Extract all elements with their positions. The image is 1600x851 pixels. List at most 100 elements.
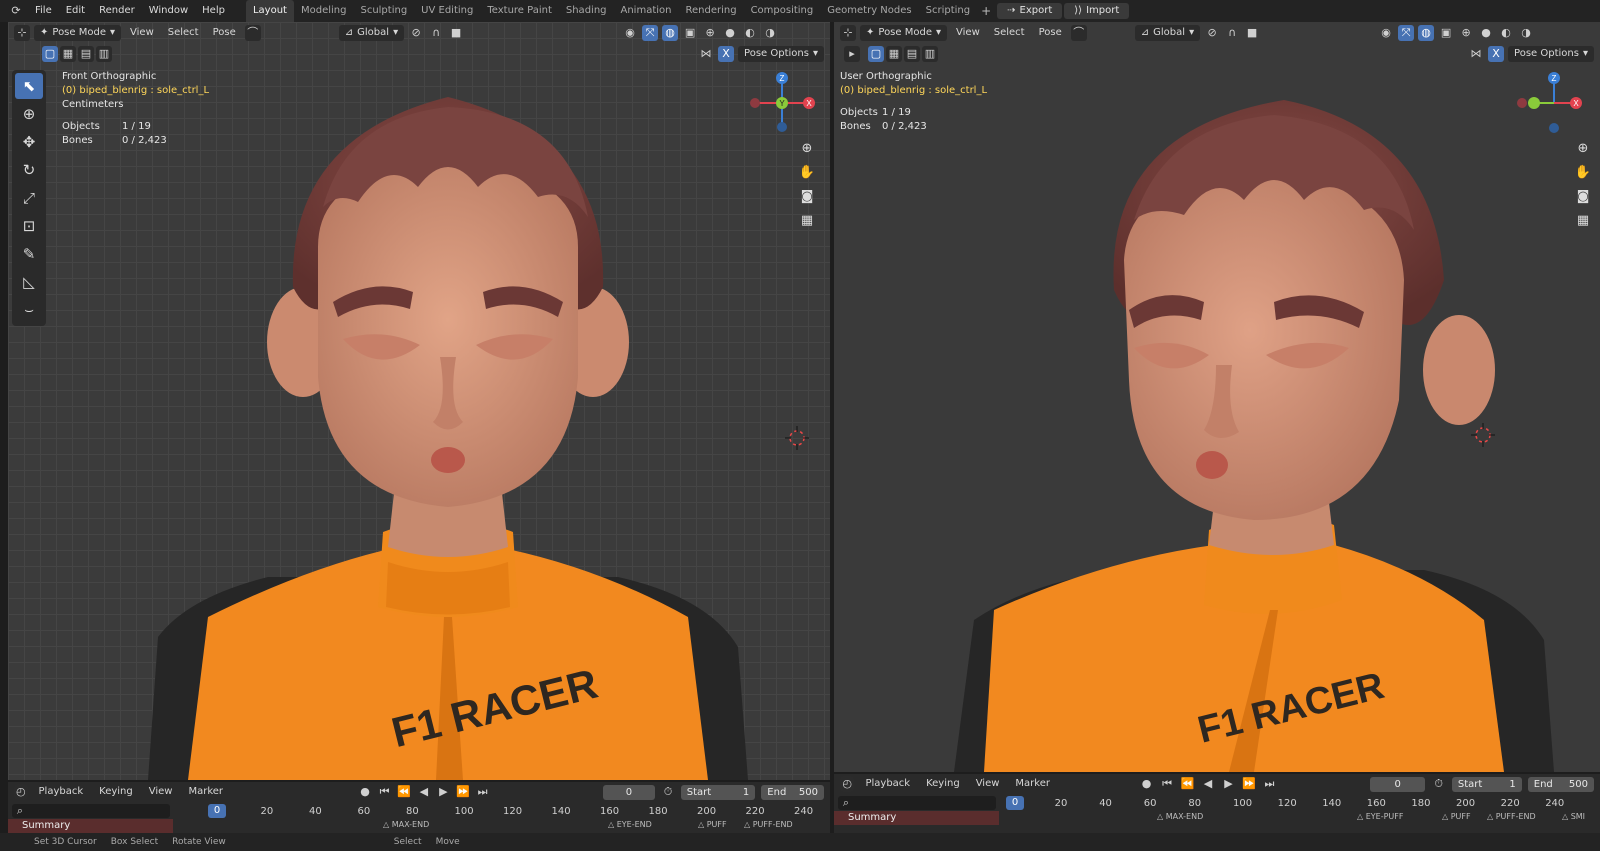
play-tool-icon[interactable]: ▸ — [844, 46, 860, 62]
view-menu[interactable]: View — [971, 775, 1005, 793]
export-button[interactable]: ⇢ Export — [997, 3, 1063, 19]
select-mode-icon[interactable]: ▢ — [868, 46, 884, 62]
timeline-marker[interactable]: △ PUFF-END — [744, 820, 793, 829]
prev-key-icon[interactable]: ⏪ — [397, 784, 411, 800]
playback-menu[interactable]: Playback — [34, 783, 89, 801]
select-box-tool[interactable]: ⬉ — [15, 73, 43, 99]
pose-options-dropdown[interactable]: Pose Options ▾ — [1508, 46, 1594, 62]
end-frame-field[interactable]: End 500 — [1527, 776, 1595, 792]
left-timeline[interactable]: ◴ Playback Keying View Marker ● ⏮ ⏪ ◀ ▶ … — [8, 782, 830, 833]
rotate-tool[interactable]: ↻ — [15, 157, 43, 183]
menu-render[interactable]: Render — [92, 0, 142, 22]
end-frame-field[interactable]: End 500 — [761, 784, 824, 800]
pan-hand-icon[interactable]: ✋ — [796, 161, 818, 183]
transform-orientation-dropdown[interactable]: ⊿ Global ▾ — [338, 25, 405, 41]
tab-modeling[interactable]: Modeling — [294, 0, 354, 22]
timeline-search-input[interactable]: ⌕ — [838, 796, 996, 810]
jump-start-icon[interactable]: ⏮ — [378, 784, 392, 800]
select-extend-icon[interactable]: ▦ — [886, 46, 902, 62]
wireframe-shading-icon[interactable]: ⊕ — [1458, 25, 1474, 41]
select-subtract-icon[interactable]: ▤ — [904, 46, 920, 62]
material-shading-icon[interactable]: ◐ — [1498, 25, 1514, 41]
character-user-view[interactable]: F1 RACER — [954, 80, 1554, 772]
tab-sculpting[interactable]: Sculpting — [353, 0, 414, 22]
material-shading-icon[interactable]: ◐ — [742, 25, 758, 41]
character-front-view[interactable]: F1 RACER — [148, 77, 748, 780]
current-frame-field[interactable]: 0 — [602, 784, 656, 800]
tab-layout[interactable]: Layout — [245, 0, 294, 22]
play-icon[interactable]: ▶ — [437, 784, 451, 800]
solid-shading-icon[interactable]: ● — [1478, 25, 1494, 41]
marker-menu[interactable]: Marker — [1010, 775, 1055, 793]
measure-tool[interactable]: ◺ — [15, 269, 43, 295]
overlay-toggle-icon[interactable]: ◍ — [662, 25, 679, 41]
add-workspace-button[interactable]: + — [977, 4, 995, 18]
scale-tool[interactable]: ⤢ — [15, 185, 43, 211]
menu-edit[interactable]: Edit — [59, 0, 92, 22]
frame-ruler[interactable]: 0 20 40 60 80 100 120 140 160 180 200 220 240 △ MAX-… — [178, 802, 828, 832]
marker-menu[interactable]: Marker — [183, 783, 228, 801]
transform-orientation-dropdown[interactable]: ⊿ Global ▾ — [1134, 25, 1201, 41]
mode-dropdown[interactable]: ✦ Pose Mode ▾ — [860, 25, 948, 41]
view-menu[interactable]: View — [125, 24, 159, 42]
gizmo-toggle-icon[interactable]: ⤧ — [642, 25, 659, 41]
timeline-marker[interactable]: △ SMI — [1562, 812, 1585, 821]
keying-menu[interactable]: Keying — [921, 775, 965, 793]
rendered-shading-icon[interactable]: ◑ — [762, 25, 778, 41]
cursor-tool[interactable]: ⊕ — [15, 101, 43, 127]
tab-uv-editing[interactable]: UV Editing — [414, 0, 480, 22]
pivot-icon[interactable]: ⊘ — [1204, 25, 1220, 41]
jump-end-icon[interactable]: ⏭ — [1262, 776, 1276, 792]
blender-logo-icon[interactable]: ⟳ — [8, 3, 24, 19]
next-key-icon[interactable]: ⏩ — [456, 784, 470, 800]
right-viewport[interactable]: ⊹ ✦ Pose Mode ▾ View Select Pose ⌒ ⊿ Global… — [834, 22, 1600, 772]
select-invert-icon[interactable]: ▥ — [922, 46, 938, 62]
snap-icon[interactable]: ∩ — [1224, 25, 1240, 41]
camera-icon[interactable]: ◙ — [1572, 185, 1594, 207]
timeline-marker[interactable]: △ PUFF-END — [1487, 812, 1536, 821]
gizmo-toggle-icon[interactable]: ⤧ — [1398, 25, 1415, 41]
gizmo-neg-z-axis[interactable] — [1549, 123, 1559, 133]
timeline-marker[interactable]: △ MAX-END — [1157, 812, 1203, 821]
mirror-icon[interactable]: ⋈ — [698, 46, 714, 62]
zoom-icon[interactable]: ⊕ — [796, 137, 818, 159]
pose-menu[interactable]: Pose — [208, 24, 241, 42]
select-invert-icon[interactable]: ▥ — [96, 46, 112, 62]
tab-animation[interactable]: Animation — [614, 0, 679, 22]
tab-texture-paint[interactable]: Texture Paint — [480, 0, 559, 22]
gizmo-neg-x-axis[interactable] — [750, 98, 760, 108]
mode-dropdown[interactable]: ✦ Pose Mode ▾ — [34, 25, 122, 41]
solid-shading-icon[interactable]: ● — [722, 25, 738, 41]
stopwatch-icon[interactable]: ⏱ — [1431, 776, 1445, 792]
transform-tool[interactable]: ⊡ — [15, 213, 43, 239]
tab-compositing[interactable]: Compositing — [744, 0, 821, 22]
summary-row[interactable]: Summary — [8, 819, 173, 833]
start-frame-field[interactable]: Start 1 — [1451, 776, 1522, 792]
grid-icon[interactable]: ▦ — [1572, 209, 1594, 231]
tab-scripting[interactable]: Scripting — [919, 0, 977, 22]
snap-icon[interactable]: ∩ — [428, 25, 444, 41]
move-tool[interactable]: ✥ — [15, 129, 43, 155]
overlay-toggle-icon[interactable]: ◍ — [1418, 25, 1435, 41]
proportional-icon[interactable]: ■ — [1244, 25, 1260, 41]
tab-geometry-nodes[interactable]: Geometry Nodes — [820, 0, 918, 22]
select-extend-icon[interactable]: ▦ — [60, 46, 76, 62]
pose-options-small-icon[interactable]: ⌒ — [1070, 25, 1087, 41]
playhead[interactable]: 0 — [1006, 796, 1024, 810]
tab-rendering[interactable]: Rendering — [678, 0, 743, 22]
select-subtract-icon[interactable]: ▤ — [78, 46, 94, 62]
timeline-marker[interactable]: △ PUFF — [1442, 812, 1471, 821]
right-timeline[interactable]: ◴ Playback Keying View Marker ● ⏮ ⏪ ◀ ▶ … — [834, 774, 1600, 833]
current-frame-field[interactable]: 0 — [1370, 776, 1426, 792]
summary-row[interactable]: Summary — [834, 811, 999, 825]
record-icon[interactable]: ● — [1139, 776, 1153, 792]
tab-shading[interactable]: Shading — [559, 0, 614, 22]
mirror-x-toggle[interactable]: X — [718, 46, 735, 62]
annotate-tool[interactable]: ✎ — [15, 241, 43, 267]
navigation-gizmo[interactable]: Z Y X — [742, 70, 822, 140]
prev-key-icon[interactable]: ⏪ — [1180, 776, 1195, 792]
xray-icon[interactable]: ▣ — [682, 25, 698, 41]
gizmo-neg-x-axis[interactable] — [1517, 98, 1527, 108]
select-mode-icon[interactable]: ▢ — [42, 46, 58, 62]
view-menu[interactable]: View — [951, 24, 985, 42]
